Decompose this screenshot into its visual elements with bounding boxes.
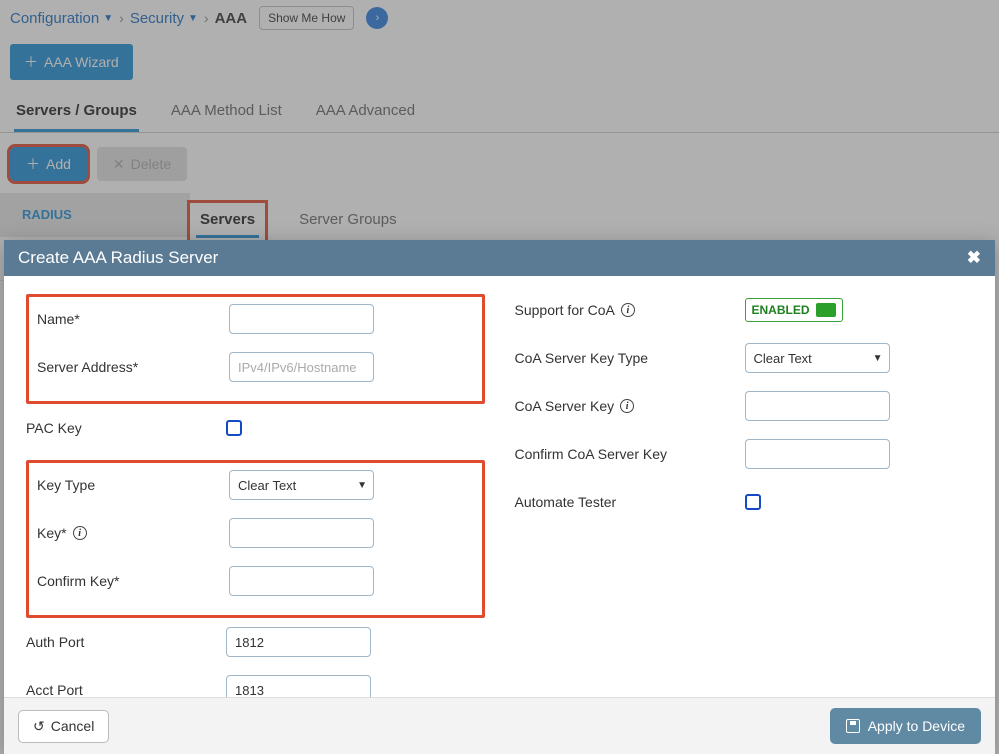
- apply-to-device-button[interactable]: Apply to Device: [830, 708, 981, 744]
- chevron-right-icon: ›: [204, 10, 209, 26]
- key-label: Key* i: [37, 525, 229, 541]
- breadcrumb: Configuration ▼ › Security ▼ › AAA Show …: [0, 0, 999, 36]
- acct-port-input[interactable]: [226, 675, 371, 697]
- name-input[interactable]: [229, 304, 374, 334]
- coa-key-type-label: CoA Server Key Type: [515, 350, 745, 366]
- key-group: Key Type Clear Text ▼ Key* i: [26, 460, 485, 618]
- automate-tester-checkbox[interactable]: [745, 494, 761, 510]
- pac-key-label: PAC Key: [26, 420, 226, 436]
- action-row: ＋ Add ✕ Delete: [0, 133, 999, 193]
- support-coa-toggle[interactable]: ENABLED: [745, 298, 843, 322]
- coa-server-key-input[interactable]: [745, 391, 890, 421]
- apply-button-label: Apply to Device: [868, 718, 965, 734]
- key-input[interactable]: [229, 518, 374, 548]
- modal-footer: ↺ Cancel Apply to Device: [4, 697, 995, 754]
- breadcrumb-configuration-label: Configuration: [10, 10, 99, 27]
- info-icon[interactable]: i: [73, 526, 87, 540]
- side-tab-radius[interactable]: RADIUS: [0, 193, 190, 237]
- top-tabs: Servers / Groups AAA Method List AAA Adv…: [0, 94, 999, 133]
- support-coa-state: ENABLED: [752, 303, 810, 317]
- cancel-button[interactable]: ↺ Cancel: [18, 710, 109, 743]
- coa-server-key-label: CoA Server Key i: [515, 398, 745, 414]
- pac-key-checkbox[interactable]: [226, 420, 242, 436]
- coa-server-key-label-text: CoA Server Key: [515, 398, 615, 414]
- confirm-key-label: Confirm Key*: [37, 573, 229, 589]
- key-type-value: Clear Text: [238, 478, 296, 493]
- server-address-input[interactable]: [229, 352, 374, 382]
- modal-title-text: Create AAA Radius Server: [18, 248, 218, 268]
- confirm-key-input[interactable]: [229, 566, 374, 596]
- name-address-group: Name* Server Address*: [26, 294, 485, 404]
- info-icon[interactable]: i: [620, 399, 634, 413]
- plus-icon: ＋: [24, 52, 38, 72]
- coa-key-type-select[interactable]: Clear Text ▼: [745, 343, 890, 373]
- server-address-label: Server Address*: [37, 359, 229, 375]
- key-type-select[interactable]: Clear Text ▼: [229, 470, 374, 500]
- modal-left-column: Name* Server Address* PAC Key Key Type: [26, 294, 485, 687]
- caret-down-icon: ▼: [873, 353, 883, 364]
- caret-down-icon: ▼: [188, 13, 198, 24]
- delete-button-label: Delete: [131, 156, 171, 172]
- aaa-wizard-button[interactable]: ＋ AAA Wizard: [10, 44, 133, 80]
- support-coa-label: Support for CoA i: [515, 302, 745, 318]
- x-icon: ✕: [113, 156, 125, 173]
- caret-down-icon: ▼: [357, 480, 367, 491]
- auth-port-label: Auth Port: [26, 634, 226, 650]
- coa-key-type-value: Clear Text: [754, 351, 812, 366]
- modal-titlebar: Create AAA Radius Server ✖: [4, 240, 995, 276]
- auth-port-input[interactable]: [226, 627, 371, 657]
- delete-button[interactable]: ✕ Delete: [97, 147, 187, 181]
- create-radius-server-modal: Create AAA Radius Server ✖ Name* Server …: [4, 240, 995, 754]
- confirm-coa-key-input[interactable]: [745, 439, 890, 469]
- save-icon: [846, 719, 860, 733]
- plus-icon: ＋: [26, 154, 40, 174]
- modal-right-column: Support for CoA i ENABLED CoA Server Key…: [515, 294, 974, 687]
- tab-servers-groups[interactable]: Servers / Groups: [14, 94, 139, 132]
- support-coa-label-text: Support for CoA: [515, 302, 615, 318]
- key-type-label: Key Type: [37, 477, 229, 493]
- tab-aaa-advanced[interactable]: AAA Advanced: [314, 94, 417, 132]
- breadcrumb-current: AAA: [215, 10, 248, 27]
- info-icon[interactable]: i: [621, 303, 635, 317]
- caret-down-icon: ▼: [103, 13, 113, 24]
- add-button-label: Add: [46, 156, 71, 172]
- play-walkthrough-icon[interactable]: ›: [366, 7, 388, 29]
- automate-tester-label: Automate Tester: [515, 494, 745, 510]
- breadcrumb-configuration[interactable]: Configuration ▼: [10, 10, 113, 27]
- inner-tab-servers[interactable]: Servers: [190, 203, 265, 238]
- key-label-text: Key*: [37, 525, 67, 541]
- undo-icon: ↺: [33, 718, 45, 735]
- show-me-how-button[interactable]: Show Me How: [259, 6, 354, 30]
- breadcrumb-security-label: Security: [130, 10, 184, 27]
- acct-port-label: Acct Port: [26, 682, 226, 697]
- breadcrumb-security[interactable]: Security ▼: [130, 10, 198, 27]
- name-label: Name*: [37, 311, 229, 327]
- close-icon[interactable]: ✖: [967, 248, 981, 268]
- tab-method-list[interactable]: AAA Method List: [169, 94, 284, 132]
- confirm-coa-key-label: Confirm CoA Server Key: [515, 446, 745, 462]
- aaa-wizard-label: AAA Wizard: [44, 54, 119, 70]
- cancel-button-label: Cancel: [51, 718, 95, 734]
- toggle-switch-icon: [816, 303, 836, 317]
- chevron-right-icon: ›: [119, 10, 124, 26]
- add-button[interactable]: ＋ Add: [10, 147, 87, 181]
